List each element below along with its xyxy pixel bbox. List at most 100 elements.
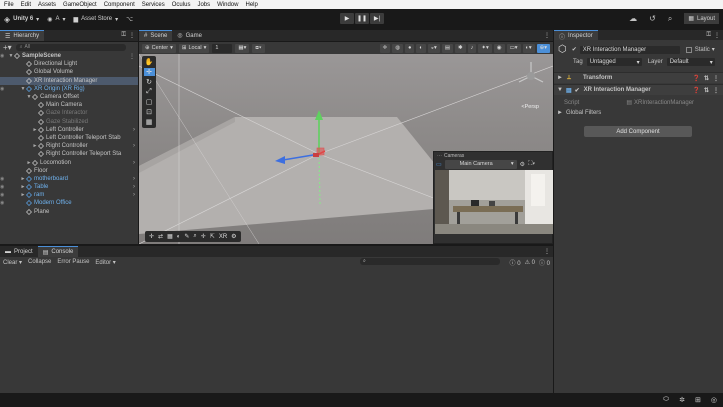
menu-item-component[interactable]: Component <box>104 2 135 8</box>
hierarchy-row[interactable]: ◉ ► ram › <box>0 191 138 199</box>
tab-console[interactable]: ▤ Console <box>37 246 79 257</box>
gizmos-button[interactable]: ◐▾ <box>522 43 535 53</box>
asset-store-button[interactable]: ▆ Asset Store ▾ <box>69 13 122 25</box>
hierarchy-row[interactable]: ◉ ▼ XR Origin (XR Rig) <box>0 85 138 93</box>
hierarchy-row[interactable]: Right Controller Teleport Sta <box>0 150 138 158</box>
hierarchy-row[interactable]: ◉ ► motherboard › <box>0 175 138 183</box>
lock-icon[interactable]: ⚿ <box>706 32 711 39</box>
2d-toggle-button[interactable]: ▤ <box>441 43 454 53</box>
active-checkbox[interactable]: ✔ <box>572 46 577 53</box>
console-log-area[interactable] <box>0 267 553 393</box>
visibility-eye-icon[interactable]: ◉ <box>0 200 8 206</box>
hierarchy-row[interactable]: Main Camera <box>0 101 138 109</box>
history-icon[interactable]: ↺ <box>649 14 656 23</box>
kebab-menu-icon[interactable]: ⋮ <box>544 248 550 255</box>
add-icon[interactable]: +▾ <box>3 43 12 52</box>
hierarchy-row[interactable]: ◉ Modern Office <box>0 199 138 207</box>
menu-item-gameobject[interactable]: GameObject <box>63 2 97 8</box>
step-button[interactable]: ▶| <box>370 13 384 24</box>
warning-log-toggle[interactable]: ⚠ 0 <box>525 259 535 266</box>
play-button[interactable]: ▶ <box>340 13 354 24</box>
scene-camera-button[interactable]: ▭▾ <box>506 43 521 53</box>
cloud-icon[interactable]: ☁ <box>629 14 637 23</box>
menu-item-assets[interactable]: Assets <box>38 2 56 8</box>
preset-icon[interactable]: ⇅ <box>704 75 709 82</box>
scene-orientation-gizmo[interactable] <box>515 58 547 94</box>
snap-grid-icon[interactable]: ▦ <box>167 233 173 240</box>
transform-tool-icon[interactable]: ⊡ <box>146 108 152 116</box>
menu-item-help[interactable]: Help <box>245 2 257 8</box>
error-pause-button[interactable]: Error Pause <box>57 259 89 265</box>
settings-icon[interactable]: ⚙ <box>231 233 236 240</box>
graphics-icon[interactable]: ⊞ <box>695 396 701 404</box>
camera-select-dropdown[interactable]: Main Camera ▾ <box>444 159 517 169</box>
component-enabled-checkbox[interactable]: ✔ <box>575 87 580 94</box>
hierarchy-row[interactable]: Directional Light <box>0 60 138 68</box>
collapse-button[interactable]: Collapse <box>28 259 51 265</box>
hierarchy-row[interactable]: Global Volume <box>0 68 138 76</box>
visibility-eye-icon[interactable]: ◉ <box>0 176 8 182</box>
visibility-eye-icon[interactable]: ◉ <box>0 86 8 92</box>
space-dropdown[interactable]: ⊞ Local ▾ <box>178 43 210 53</box>
tab-hierarchy[interactable]: ☰ Hierarchy <box>0 30 45 41</box>
hierarchy-row[interactable]: ◉ ▼ SampleScene ⋮ <box>0 52 138 60</box>
chevron-right-icon[interactable]: › <box>133 143 135 149</box>
chevron-right-icon[interactable]: › <box>133 127 135 133</box>
add-component-button[interactable]: Add Component <box>584 126 692 137</box>
teleport-icon[interactable]: ⇱ <box>210 233 215 240</box>
scale-tool-icon[interactable]: ⤢ <box>146 88 152 96</box>
grid-align-icon[interactable]: ⇄ <box>158 233 163 240</box>
user-account-button[interactable]: ◉ A ▾ <box>43 13 69 25</box>
effects-button[interactable]: ✦▾ <box>478 43 492 53</box>
render-mode-button[interactable]: ◒▾ <box>427 43 440 53</box>
menu-item-file[interactable]: File <box>4 2 14 8</box>
global-filters-foldout[interactable]: ► Global Filters <box>554 108 723 117</box>
hierarchy-row[interactable]: Gaze Interactor <box>0 109 138 117</box>
chevron-down-icon[interactable]: ▼ <box>8 53 14 59</box>
menu-item-jobs[interactable]: Jobs <box>197 2 210 8</box>
shading-lit-button[interactable]: ◐ <box>416 43 426 53</box>
custom-tool-icon[interactable]: ▦ <box>146 118 153 126</box>
object-name-field[interactable]: XR Interaction Manager <box>579 45 680 54</box>
lighting-toggle-button[interactable]: ✱ <box>455 43 466 53</box>
kebab-menu-icon[interactable]: ⋮ <box>714 32 720 39</box>
account-button[interactable]: ◈ Unity 6 ▾ <box>0 13 43 25</box>
menu-item-window[interactable]: Window <box>217 2 238 8</box>
menu-item-services[interactable]: Services <box>142 2 165 8</box>
visibility-eye-icon[interactable]: ◉ <box>0 53 8 59</box>
layout-button[interactable]: ▦ Layout <box>684 13 719 24</box>
panel-divider[interactable] <box>553 29 554 393</box>
visibility-eye-icon[interactable]: ◉ <box>0 184 8 190</box>
lock-icon[interactable]: ⚿ <box>121 32 126 39</box>
cache-icon[interactable]: ◎ <box>711 396 717 404</box>
help-icon[interactable]: ❓ <box>692 75 699 82</box>
center-handle[interactable] <box>313 153 319 157</box>
maximize-icon[interactable]: ⛶▾ <box>528 161 535 168</box>
grid-snap-button[interactable]: ▦▾ <box>235 43 250 53</box>
hidden-objects-button[interactable]: ◉ <box>493 43 505 53</box>
audio-toggle-button[interactable]: ♪ <box>467 43 477 53</box>
bug-icon[interactable]: ✲ <box>679 396 685 404</box>
orientation-button[interactable]: ✛ <box>379 43 391 53</box>
hierarchy-row[interactable]: ▼ Camera Offset <box>0 93 138 101</box>
move-tool-icon[interactable]: ✛ <box>143 68 155 76</box>
pivot-dropdown[interactable]: ⊕ Center ▾ <box>142 43 176 53</box>
editor-dropdown[interactable]: Editor ▾ <box>95 259 115 266</box>
info-log-toggle[interactable]: ⓘ 0 <box>510 258 521 267</box>
chevron-right-icon[interactable]: ► <box>20 192 26 198</box>
zoom-icon[interactable]: ⌕ <box>193 233 196 240</box>
static-checkbox[interactable] <box>685 46 692 53</box>
hierarchy-row[interactable]: ◉ ► Table › <box>0 183 138 191</box>
version-control-button[interactable]: ⌥ <box>122 13 137 25</box>
pointer-icon[interactable]: ✎ <box>184 233 189 240</box>
preset-icon[interactable]: ⇅ <box>704 87 709 94</box>
panel-divider[interactable] <box>138 29 139 245</box>
gizmos-toggle-button[interactable]: ⊕▾ <box>536 43 550 53</box>
menu-item-edit[interactable]: Edit <box>21 2 31 8</box>
help-icon[interactable]: ❓ <box>692 87 699 94</box>
clear-button[interactable]: Clear ▾ <box>3 259 22 266</box>
pause-button[interactable]: ❚❚ <box>355 13 369 24</box>
kebab-menu-icon[interactable]: ⋮ <box>129 53 135 60</box>
hierarchy-row[interactable]: ► Right Controller › <box>0 142 138 150</box>
settings-icon[interactable]: ⚙ <box>520 161 525 168</box>
